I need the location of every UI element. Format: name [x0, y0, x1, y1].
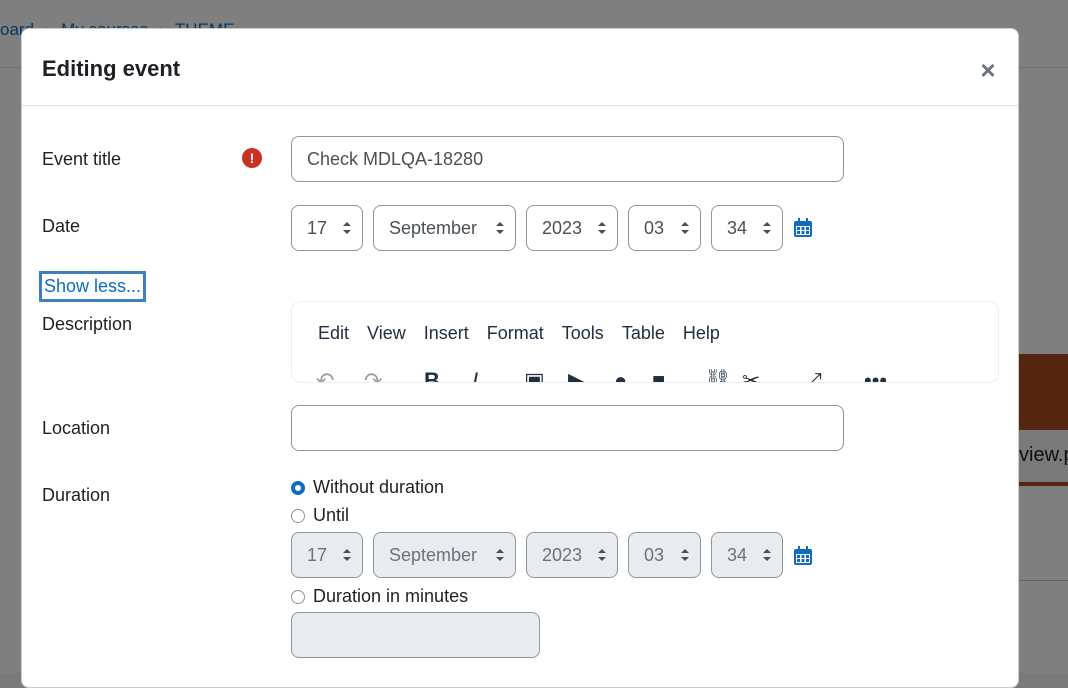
menu-insert[interactable]: Insert	[424, 323, 469, 343]
undo-icon[interactable]: ↶	[316, 368, 334, 382]
select-arrows-icon	[496, 549, 504, 561]
select-arrows-icon	[343, 222, 351, 234]
select-arrows-icon	[681, 549, 689, 561]
close-button[interactable]: ×	[977, 57, 999, 83]
until-month-value: September	[389, 545, 478, 565]
select-arrows-icon	[763, 549, 771, 561]
until-year-value: 2023	[542, 545, 583, 565]
until-month-select: September	[373, 532, 516, 578]
until-minute-select: 34	[711, 532, 783, 578]
date-month-value: September	[389, 218, 478, 238]
media-icon[interactable]: ▶	[568, 368, 585, 382]
modal-title: Editing event	[42, 56, 181, 81]
bold-icon[interactable]: B	[424, 368, 440, 382]
fullscreen-icon[interactable]: ⤢	[804, 368, 822, 382]
select-arrows-icon	[681, 222, 689, 234]
modal-header: Editing event ×	[22, 29, 1018, 106]
date-hour-value: 03	[644, 218, 665, 238]
location-input[interactable]	[291, 405, 844, 451]
location-label: Location	[42, 418, 111, 438]
duration-label: Duration	[42, 485, 111, 505]
event-title-input[interactable]: Check MDLQA-18280	[291, 136, 844, 182]
more-icon[interactable]: •••	[864, 368, 887, 382]
show-less-link[interactable]: Show less...	[39, 271, 147, 302]
date-year-value: 2023	[542, 218, 583, 238]
menu-table[interactable]: Table	[622, 323, 665, 343]
date-minute-select[interactable]: 34	[711, 205, 783, 251]
microphone-icon[interactable]: ●	[614, 368, 627, 382]
radio-label: Duration in minutes	[313, 586, 469, 606]
until-minute-value: 34	[727, 545, 748, 565]
menu-help[interactable]: Help	[683, 323, 720, 343]
until-hour-select: 03	[628, 532, 701, 578]
unlink-icon[interactable]: ✂	[742, 368, 760, 382]
date-year-select[interactable]: 2023	[526, 205, 618, 251]
link-icon[interactable]: ⛓	[704, 368, 732, 382]
date-day-value: 17	[307, 218, 328, 238]
select-arrows-icon	[598, 222, 606, 234]
required-error-icon: !	[242, 148, 262, 168]
date-day-select[interactable]: 17	[291, 205, 363, 251]
calendar-icon[interactable]	[793, 218, 813, 238]
date-label: Date	[42, 216, 81, 236]
radio-button-checked[interactable]	[291, 481, 305, 495]
until-hour-value: 03	[644, 545, 665, 565]
editor-menubar: Edit View Insert Format Tools Table Help	[318, 323, 738, 344]
select-arrows-icon	[763, 222, 771, 234]
until-day-value: 17	[307, 545, 328, 565]
video-camera-icon[interactable]: ■	[652, 368, 665, 382]
redo-icon[interactable]: ↷	[364, 368, 382, 382]
radio-label: Without duration	[313, 477, 445, 497]
select-arrows-icon	[343, 549, 351, 561]
until-day-select: 17	[291, 532, 363, 578]
event-title-label: Event title	[42, 149, 122, 169]
menu-format[interactable]: Format	[487, 323, 544, 343]
description-label: Description	[42, 314, 133, 334]
menu-view[interactable]: View	[367, 323, 406, 343]
duration-minutes-input	[291, 612, 540, 658]
menu-tools[interactable]: Tools	[562, 323, 604, 343]
description-editor[interactable]: Edit View Insert Format Tools Table Help ↶ ↷ B…	[291, 301, 999, 383]
select-arrows-icon	[496, 222, 504, 234]
radio-button[interactable]	[291, 509, 305, 523]
radio-label: Until	[313, 505, 350, 525]
editor-toolbar: ↶ ↷ B I ▣ ▶ ● ■ ⛓ ✂ ⤢ •••	[292, 368, 998, 382]
date-month-select[interactable]: September	[373, 205, 516, 251]
select-arrows-icon	[598, 549, 606, 561]
date-hour-select[interactable]: 03	[628, 205, 701, 251]
editing-event-modal: Editing event × Event title ! Check MDLQ…	[21, 28, 1019, 688]
date-minute-value: 34	[727, 218, 748, 238]
radio-button[interactable]	[291, 590, 305, 604]
until-year-select: 2023	[526, 532, 618, 578]
calendar-icon[interactable]	[793, 546, 813, 566]
italic-icon[interactable]: I	[472, 368, 478, 382]
image-icon[interactable]: ▣	[524, 368, 545, 382]
menu-edit[interactable]: Edit	[318, 323, 349, 343]
